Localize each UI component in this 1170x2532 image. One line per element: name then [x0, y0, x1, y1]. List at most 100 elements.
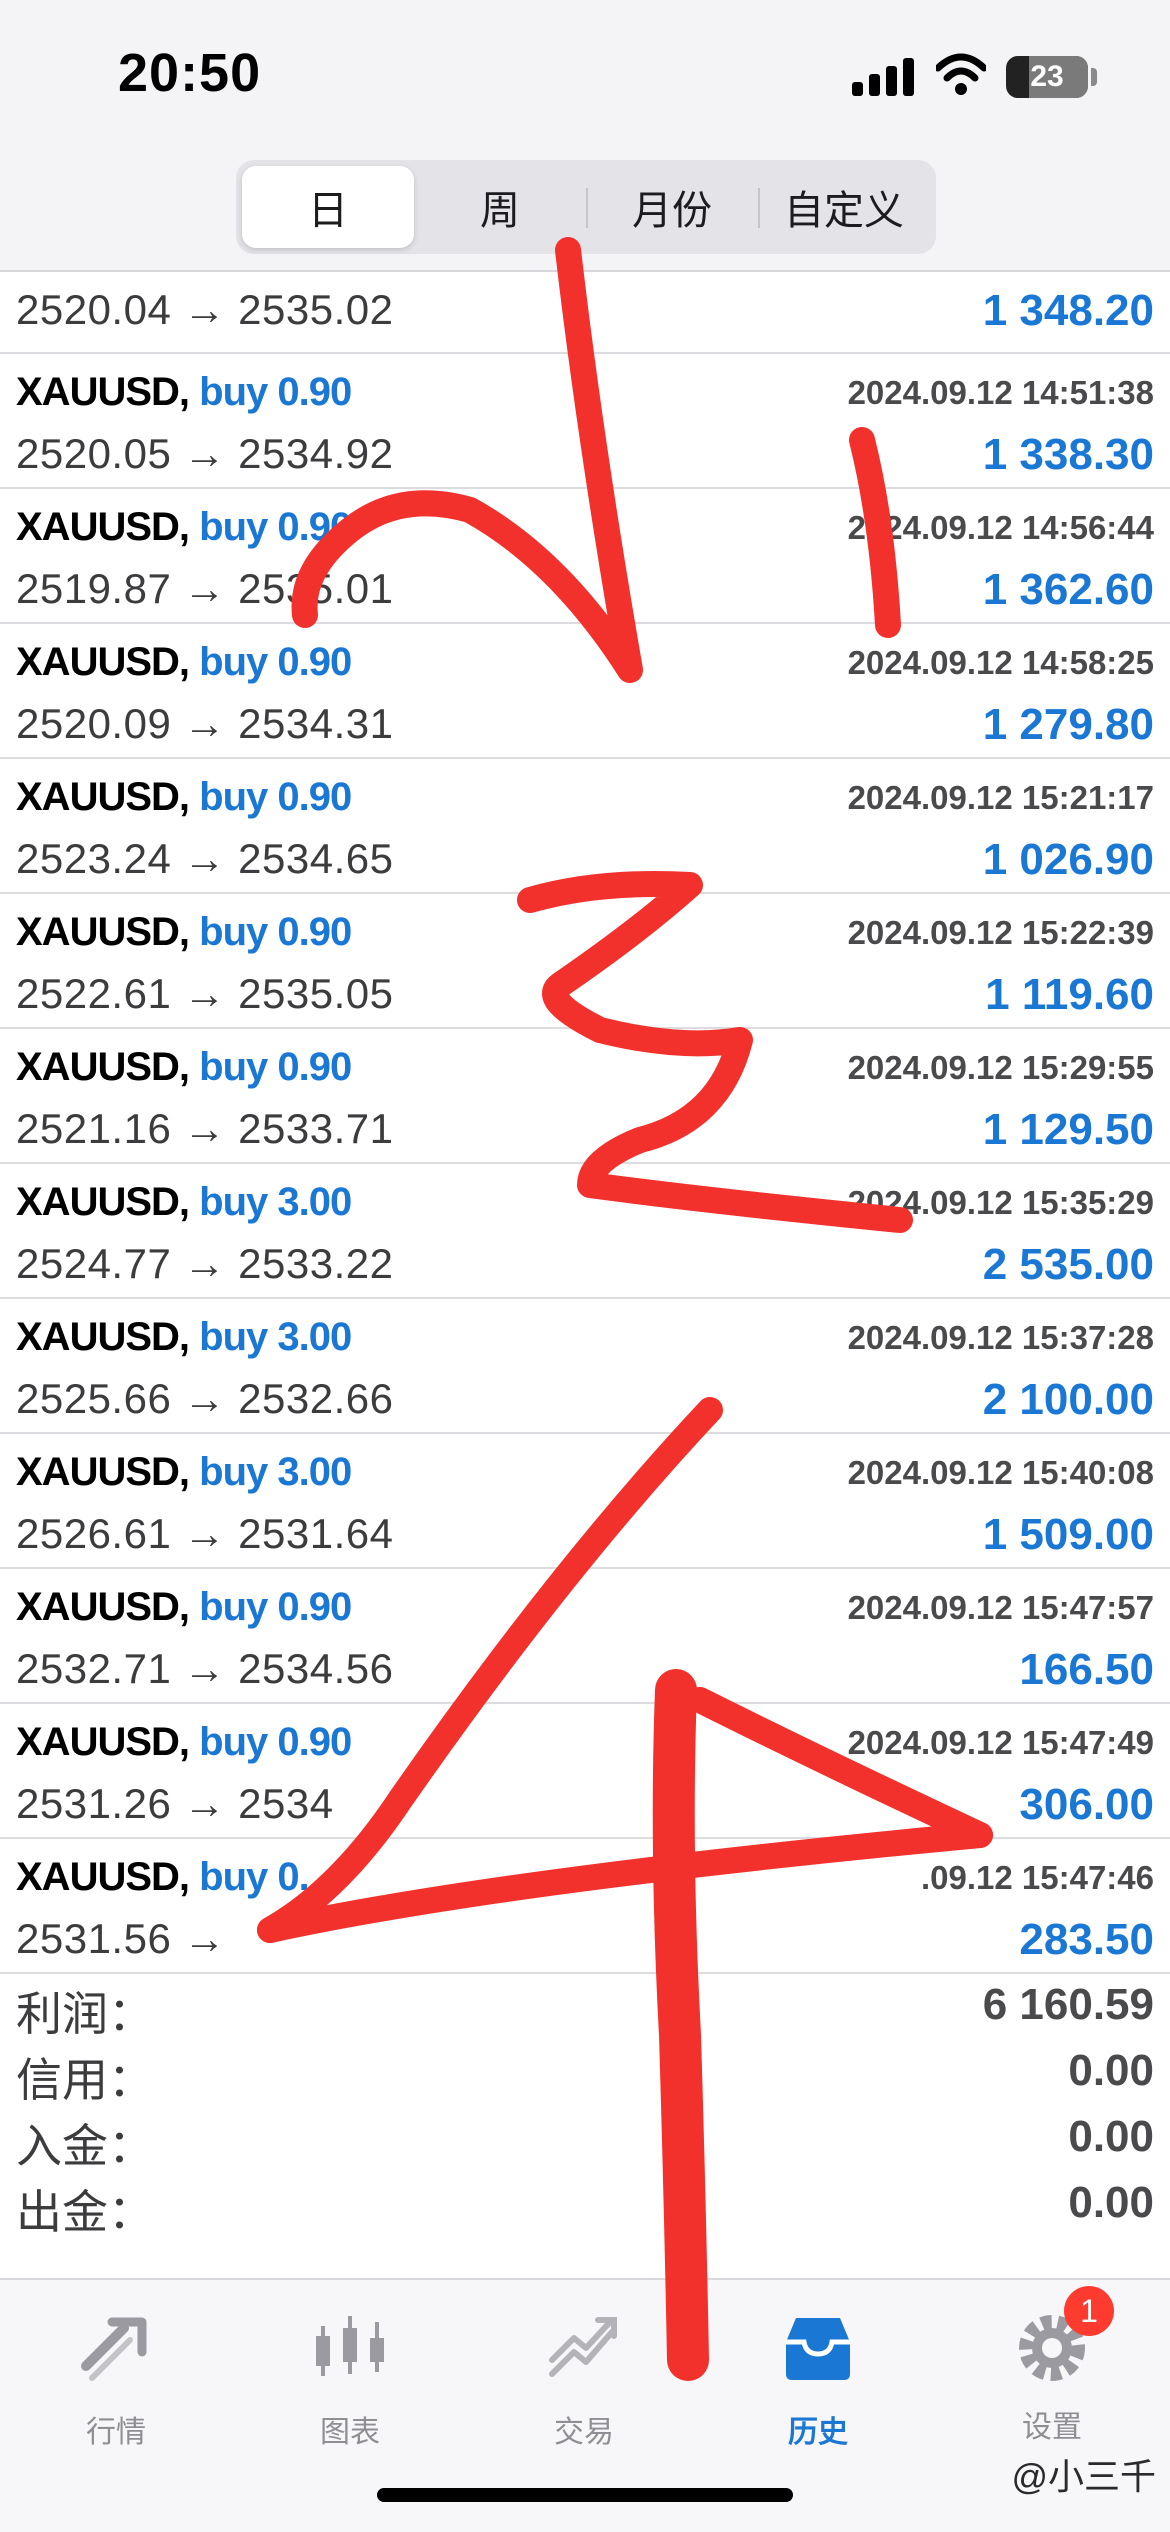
deal-prices: 2520.09 → 2534.31	[16, 700, 394, 747]
deal-prices: 2521.16 → 2533.71	[16, 1105, 394, 1152]
deal-profit: 283.50	[1019, 1915, 1154, 1964]
deal-datetime: 2024.09.12 14:58:25	[847, 644, 1154, 681]
deal-symbol: XAUUSD, buy 0.	[16, 1855, 310, 1900]
deal-prices: 2532.71 → 2534.56	[16, 1645, 394, 1692]
summary-label: 利润：	[16, 1988, 154, 2040]
deal-datetime: 2024.09.12 15:21:17	[847, 779, 1154, 816]
deal-symbol-text: XAUUSD,	[16, 640, 190, 684]
deal-profit: 1 509.00	[982, 1510, 1154, 1559]
summary-label: 信用：	[16, 2054, 154, 2106]
summary-row-credit: 信用： 0.00	[0, 2040, 1170, 2106]
deal-side-volume: buy 0.90	[199, 910, 352, 954]
tab-history[interactable]: 历史	[718, 2308, 918, 2451]
summary-section: 利润： 6 160.59 信用： 0.00 入金： 0.00 出金： 0.00	[0, 1974, 1170, 2238]
notification-badge: 1	[1064, 2286, 1114, 2336]
deal-symbol-text: XAUUSD,	[16, 370, 190, 414]
battery-tip	[1091, 68, 1097, 86]
deal-prices: 2523.24 → 2534.65	[16, 835, 394, 882]
summary-value: 0.00	[1068, 2178, 1154, 2227]
deal-symbol-text: XAUUSD,	[16, 1855, 190, 1899]
deal-side-volume: buy 0.90	[199, 640, 352, 684]
segment-custom[interactable]: 自定义	[758, 166, 930, 248]
list-item[interactable]: XAUUSD, buy 3.00 2024.09.12 15:35:29 2524.…	[0, 1164, 1170, 1299]
summary-value: 0.00	[1068, 2112, 1154, 2161]
deal-prices: 2524.77 → 2533.22	[16, 1240, 394, 1287]
period-header: 日 周 月份 自定义	[0, 150, 1170, 272]
tab-settings[interactable]: 1 设置	[952, 2286, 1152, 2446]
chart-icon	[316, 2316, 384, 2376]
deal-symbol-text: XAUUSD,	[16, 1315, 190, 1359]
deal-prices: 2520.05 → 2534.92	[16, 430, 394, 477]
period-segmented-control: 日 周 月份 自定义	[236, 160, 936, 254]
list-item[interactable]: XAUUSD, buy 3.00 2024.09.12 15:37:28 2525.…	[0, 1299, 1170, 1434]
deal-symbol-text: XAUUSD,	[16, 1720, 190, 1764]
deal-symbol-text: XAUUSD,	[16, 775, 190, 819]
deal-side-volume: buy 0.90	[199, 1720, 352, 1764]
deal-prices: 2522.61 → 2535.05	[16, 970, 394, 1017]
tab-quotes[interactable]: 行情	[16, 2308, 216, 2451]
quotes-icon	[81, 2317, 147, 2381]
battery-percent: 23	[1030, 60, 1064, 93]
deal-symbol-text: XAUUSD,	[16, 505, 190, 549]
summary-row-profit: 利润： 6 160.59	[0, 1974, 1170, 2040]
summary-row-withdrawal: 出金： 0.00	[0, 2172, 1170, 2238]
deal-side-volume: buy 0.90	[199, 1585, 352, 1629]
deal-symbol-text: XAUUSD,	[16, 1585, 190, 1629]
deal-symbol-text: XAUUSD,	[16, 1180, 190, 1224]
tab-label: 交易	[554, 2416, 614, 2449]
deal-symbol: XAUUSD, buy 0.90	[16, 910, 352, 955]
list-item[interactable]: XAUUSD, buy 0.90 2024.09.12 14:51:38 2520.…	[0, 354, 1170, 489]
deal-profit: 306.00	[1019, 1780, 1154, 1829]
list-item[interactable]: XAUUSD, buy 0.90 2024.09.12 15:47:49 2531.…	[0, 1704, 1170, 1839]
deal-symbol: XAUUSD, buy 3.00	[16, 1180, 352, 1225]
deal-datetime: 2024.09.12 15:47:57	[847, 1589, 1154, 1626]
deal-side-volume: buy 3.00	[199, 1180, 352, 1224]
deal-symbol: XAUUSD, buy 0.90	[16, 370, 352, 415]
tab-chart[interactable]: 图表	[250, 2308, 450, 2451]
summary-row-deposit: 入金： 0.00	[0, 2106, 1170, 2172]
deal-symbol: XAUUSD, buy 0.90	[16, 1585, 352, 1630]
list-item[interactable]: XAUUSD, buy 0.90 2024.09.12 15:47:57 2532.…	[0, 1569, 1170, 1704]
list-item[interactable]: XAUUSD, buy 0.90 2024.09.12 14:58:25 2520.…	[0, 624, 1170, 759]
tab-label: 图表	[320, 2416, 380, 2449]
deal-symbol-text: XAUUSD,	[16, 1450, 190, 1494]
list-item[interactable]: XAUUSD, buy 0.90 2024.09.12 14:56:44 2519.…	[0, 489, 1170, 624]
summary-value: 0.00	[1068, 2046, 1154, 2095]
deal-symbol-text: XAUUSD,	[16, 1045, 190, 1089]
summary-label: 出金：	[16, 2186, 154, 2238]
deal-symbol: XAUUSD, buy 3.00	[16, 1450, 352, 1495]
deal-profit: 2 100.00	[982, 1375, 1154, 1424]
deal-profit: 1 026.90	[982, 835, 1154, 884]
list-item[interactable]: XAUUSD, buy 0.90 2024.09.12 15:29:55 2521.…	[0, 1029, 1170, 1164]
status-bar: 20:50 23	[0, 0, 1170, 150]
deal-side-volume: buy 3.00	[199, 1450, 352, 1494]
history-icon	[786, 2318, 850, 2380]
wifi-icon	[936, 53, 986, 95]
deal-profit: 1 348.20	[982, 286, 1154, 335]
deal-profit: 1 129.50	[982, 1105, 1154, 1154]
list-item[interactable]: XAUUSD, buy 3.00 2024.09.12 15:40:08 2526.…	[0, 1434, 1170, 1569]
deal-datetime: 2024.09.12 14:56:44	[847, 509, 1154, 546]
segment-month[interactable]: 月份	[586, 166, 758, 248]
deal-prices: 2525.66 → 2532.66	[16, 1375, 394, 1422]
list-item[interactable]: XAUUSD, buy 0.90 2024.09.12 15:21:17 2523.…	[0, 759, 1170, 894]
deal-profit: 1 279.80	[982, 700, 1154, 749]
list-item-partial[interactable]: 2520.04 → 2535.02 1 348.20	[0, 272, 1170, 354]
deal-side-volume: buy 0.90	[199, 505, 352, 549]
list-item[interactable]: XAUUSD, buy 0. .09.12 15:47:46 2531.56 → 28…	[0, 1839, 1170, 1974]
deal-datetime: 2024.09.12 15:37:28	[847, 1319, 1154, 1356]
deal-profit: 166.50	[1019, 1645, 1154, 1694]
summary-label: 入金：	[16, 2120, 154, 2172]
segment-week[interactable]: 周	[414, 166, 586, 248]
deal-prices: 2531.56 →	[16, 1915, 226, 1962]
tab-label: 历史	[788, 2416, 848, 2449]
deal-symbol: XAUUSD, buy 0.90	[16, 1720, 352, 1765]
home-indicator[interactable]	[377, 2488, 793, 2502]
tab-trade[interactable]: 交易	[484, 2308, 684, 2451]
watermark: @小三千	[1011, 2456, 1156, 2497]
cellular-signal-icon	[852, 58, 914, 96]
deal-side-volume: buy 0.90	[199, 775, 352, 819]
deal-profit: 1 362.60	[982, 565, 1154, 614]
list-item[interactable]: XAUUSD, buy 0.90 2024.09.12 15:22:39 2522.…	[0, 894, 1170, 1029]
segment-day[interactable]: 日	[242, 166, 414, 248]
